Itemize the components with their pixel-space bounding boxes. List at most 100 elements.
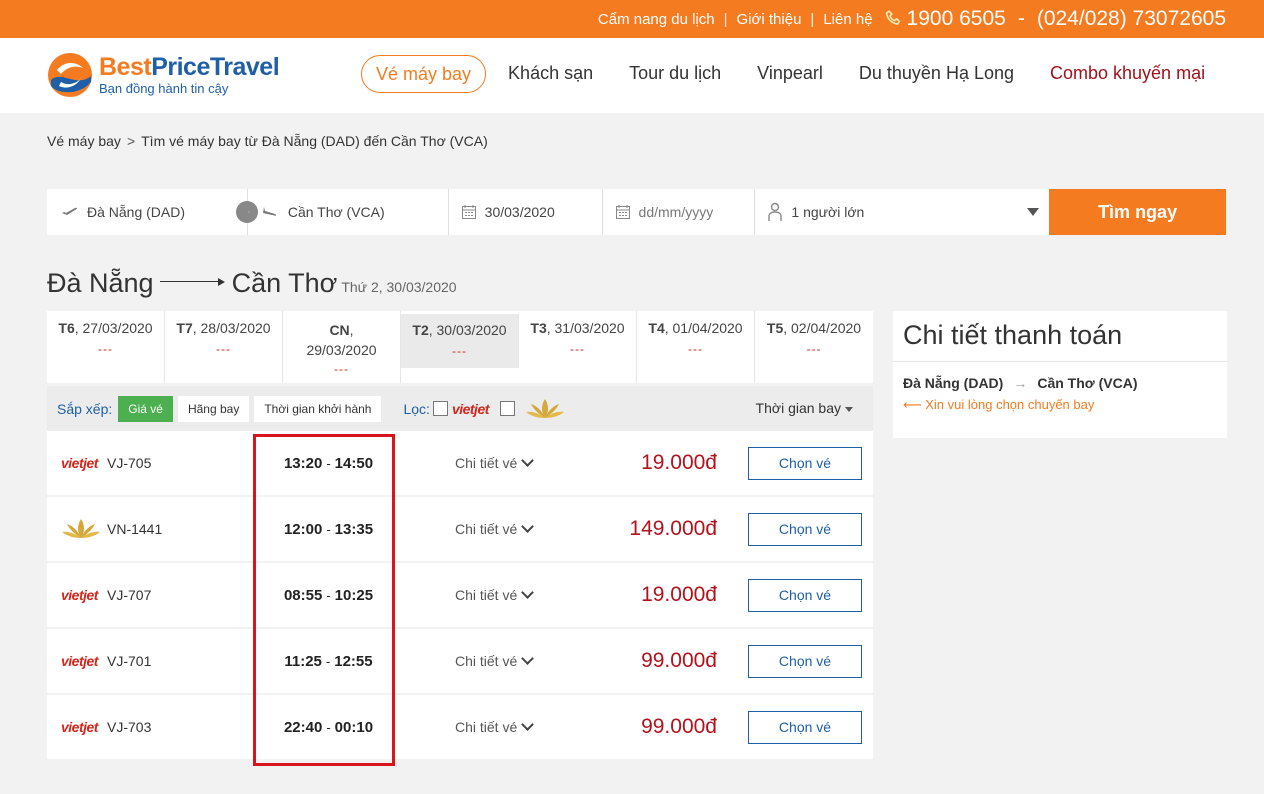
ticket-details-toggle[interactable]: Chi tiết vé [455,652,535,669]
select-ticket-button[interactable]: Chọn vé [748,578,862,612]
date-tab-price: --- [98,342,113,356]
search-button[interactable]: Tìm ngay [1049,189,1226,235]
nav-flights[interactable]: Vé máy bay [361,55,487,93]
date-tab[interactable]: CN, 29/03/2020 --- [283,311,401,383]
nav-combo[interactable]: Combo khuyến mại [1032,55,1223,93]
flight-row: vietjet VJ-703 22:40-00:10 Chi tiết vé 99… [47,695,873,759]
payment-details-panel: Chi tiết thanh toán Đà Nẵng (DAD) → Cần Th… [893,311,1227,438]
from-value: Đà Nẵng (DAD) [87,204,186,220]
select-ticket-button[interactable]: Chọn vé [748,644,862,678]
date-tab-price: --- [334,362,349,376]
date-tabs: T6, 27/03/2020 --- T7, 28/03/2020 --- CN, 2… [47,311,873,383]
flight-code: VJ-707 [107,587,152,603]
nav-tours[interactable]: Tour du lịch [611,55,739,93]
breadcrumb-root[interactable]: Vé máy bay [47,133,121,149]
ticket-details-toggle[interactable]: Chi tiết vé [455,454,535,471]
chevron-down-icon [521,652,535,665]
flight-row: vietjet VJ-701 11:25-12:55 Chi tiết vé 99… [47,629,873,693]
breadcrumb-current: Tìm vé máy bay từ Đà Nẵng (DAD) đến Cần … [141,133,488,149]
vietnam-airlines-lotus-icon [525,398,564,418]
select-ticket-button[interactable]: Chọn vé [748,710,862,744]
person-icon [768,202,783,221]
depart-date-value: 30/03/2020 [484,204,555,220]
sort-filter-bar: Sắp xếp: Giá vé Hãng bay Thời gian khởi … [47,386,873,431]
to-field[interactable]: Cần Thơ (VCA) [247,189,449,235]
date-tab[interactable]: T6, 27/03/2020 --- [47,311,165,383]
hotline-2[interactable]: (024/028) 73072605 [1037,7,1226,31]
passengers-select[interactable]: 1 người lớn [755,189,1050,235]
vietjet-logo: vietjet [61,653,98,669]
select-ticket-button[interactable]: Chọn vé [748,446,862,480]
vietnam-airlines-lotus-icon [62,519,100,538]
link-travel-guide[interactable]: Cẩm nang du lịch [598,11,715,28]
return-date-field[interactable]: dd/mm/yyyy [602,189,756,235]
dropdown-caret-icon [1027,208,1040,216]
flight-row: vietjet VJ-707 08:55-10:25 Chi tiết vé 19… [47,563,873,627]
route-arrow-icon [159,281,218,283]
date-tab-price: --- [806,342,822,356]
date-tab[interactable]: T3, 31/03/2020 --- [519,311,637,383]
hotline-1[interactable]: 1900 6505 [907,7,1006,31]
sort-label: Sắp xếp: [57,400,113,417]
sort-price-button[interactable]: Giá vé [118,395,173,422]
breadcrumb-arrow: > [126,133,136,149]
from-field[interactable]: Đà Nẵng (DAD) [47,189,258,235]
ticket-details-toggle[interactable]: Chi tiết vé [455,586,535,603]
vietjet-logo: vietjet [61,455,98,471]
vietjet-logo: vietjet [451,400,489,417]
airline: vietjet VJ-705 [61,431,151,495]
to-value: Cần Thơ (VCA) [287,204,385,220]
ticket-details-toggle[interactable]: Chi tiết vé [455,718,535,735]
nav-hotels[interactable]: Khách sạn [490,55,611,93]
route-date: Thứ 2, 30/03/2020 [341,279,457,295]
logo-tagline: Bạn đồng hành tin cậy [99,81,229,96]
flight-price: 19.000đ [641,583,717,606]
flight-code: VN-1441 [107,521,163,537]
depart-date-field[interactable]: 30/03/2020 [448,189,603,235]
ticket-details-toggle[interactable]: Chi tiết vé [455,520,535,537]
airline: vietjet VJ-707 [61,563,151,627]
date-tab-selected[interactable]: T2, 30/03/2020 --- [401,314,519,368]
date-tab[interactable]: T5, 02/04/2020 --- [755,311,873,383]
sort-airline-button[interactable]: Hãng bay [177,395,250,422]
payment-message: ⟵ Xin vui lòng chọn chuyến bay [903,397,1095,412]
vietnam-airlines-checkbox[interactable] [499,401,515,416]
logo[interactable]: BestPriceTravel Bạn đồng hành tin cậy [47,52,280,98]
date-tab[interactable]: T4, 01/04/2020 --- [637,311,755,383]
date-tab-price: --- [570,342,585,356]
flight-price: 99.000đ [641,649,717,672]
chevron-down-icon [521,586,535,599]
flight-price: 99.000đ [641,715,717,738]
flight-search-bar: Đà Nẵng (DAD) Cần Thơ (VCA) 30/03/2020 d… [47,189,1226,235]
select-ticket-button[interactable]: Chọn vé [748,512,862,546]
return-date-placeholder: dd/mm/yyyy [638,204,714,220]
nav-vinpearl[interactable]: Vinpearl [739,55,841,93]
phone-icon [885,10,900,25]
swap-icon[interactable] [236,201,258,223]
site-header: BestPriceTravel Bạn đồng hành tin cậy Vé… [0,38,1264,113]
flight-time: 08:55-10:25 [283,586,374,604]
airline: vietjet VJ-703 [61,695,151,759]
nav-cruise[interactable]: Du thuyền Hạ Long [841,55,1032,93]
flight-code: VJ-701 [107,653,152,669]
flight-price: 149.000đ [629,517,717,540]
route-to: Cần Thơ [231,268,338,298]
date-tab[interactable]: T7, 28/03/2020 --- [165,311,283,383]
link-contact[interactable]: Liên hệ [823,11,872,28]
flight-code: VJ-705 [107,455,152,471]
date-tab-price: --- [216,342,231,356]
date-tab-price: --- [452,344,467,358]
dropdown-caret-icon [845,406,853,412]
flight-time: 13:20-14:50 [283,454,374,472]
sort-depart-time-button[interactable]: Thời gian khởi hành [254,395,382,422]
logo-text: BestPriceTravel Bạn đồng hành tin cậy [99,54,280,97]
logo-icon [48,53,92,97]
separator: | [723,10,728,28]
chevron-down-icon [521,454,535,467]
link-about[interactable]: Giới thiệu [737,11,802,28]
vietjet-checkbox[interactable] [432,401,448,416]
route-from: Đà Nẵng [47,268,154,298]
sort-duration-dropdown[interactable]: Thời gian bay [756,400,853,416]
vietjet-logo: vietjet [61,719,98,735]
airline: VN-1441 [61,497,162,561]
